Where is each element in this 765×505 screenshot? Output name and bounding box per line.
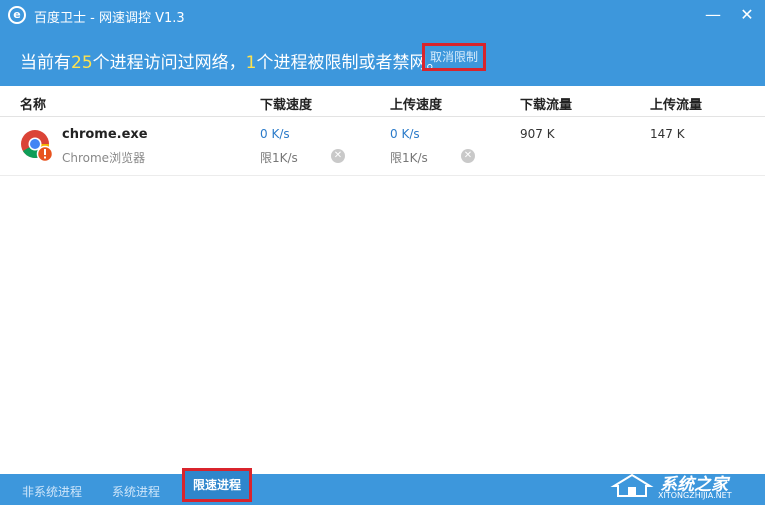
clear-download-limit-icon[interactable]: ✕	[331, 149, 345, 163]
download-traffic: 907 K	[520, 127, 555, 141]
banner-mid: 个进程访问过网络，	[92, 53, 246, 73]
banner-message: 当前有25个进程访问过网络，1个进程被限制或者禁网。	[20, 48, 443, 73]
process-name: chrome.exe	[62, 127, 148, 142]
header-download-speed[interactable]: 下载速度	[260, 94, 312, 113]
baidu-guard-logo-icon: e	[8, 6, 26, 24]
upload-traffic: 147 K	[650, 127, 685, 141]
header-upload-speed[interactable]: 上传速度	[390, 94, 442, 113]
close-icon[interactable]: ✕	[734, 4, 760, 26]
banner-prefix: 当前有	[20, 53, 71, 73]
minimize-icon[interactable]: —	[700, 4, 726, 26]
banner-suffix: 个进程被限制或者禁网。	[256, 53, 444, 73]
process-count: 25	[71, 53, 93, 73]
chrome-icon	[21, 130, 54, 163]
tab-limited-processes[interactable]: 限速进程	[182, 468, 252, 502]
download-limit[interactable]: 限1K/s	[260, 149, 298, 166]
table-row[interactable]: chrome.exe Chrome浏览器 0 K/s 限1K/s ✕ 0 K/s…	[0, 117, 765, 176]
status-banner: 当前有25个进程访问过网络，1个进程被限制或者禁网。 取消限制	[0, 32, 765, 86]
process-description: Chrome浏览器	[62, 151, 146, 165]
cancel-limit-button[interactable]: 取消限制	[422, 43, 486, 71]
table-header: 名称 下载速度 上传速度 下载流量 上传流量	[0, 86, 765, 117]
header-name[interactable]: 名称	[20, 94, 46, 113]
header-upload-traffic[interactable]: 上传流量	[650, 94, 702, 113]
upload-limit[interactable]: 限1K/s	[390, 149, 428, 166]
upload-speed: 0 K/s	[390, 127, 420, 141]
house-logo-icon	[610, 473, 654, 497]
title-bar: e 百度卫士 - 网速调控 V1.3 — ✕	[0, 0, 765, 32]
header-download-traffic[interactable]: 下载流量	[520, 94, 572, 113]
watermark: 系统之家 XITONGZHIJIA.NET	[610, 468, 762, 502]
tab-system-processes[interactable]: 系统进程	[112, 483, 160, 500]
window-title: 百度卫士 - 网速调控 V1.3	[34, 11, 185, 26]
download-speed: 0 K/s	[260, 127, 290, 141]
tab-non-system-processes[interactable]: 非系统进程	[22, 483, 82, 500]
limited-count: 1	[245, 53, 257, 73]
clear-upload-limit-icon[interactable]: ✕	[461, 149, 475, 163]
watermark-subtext: XITONGZHIJIA.NET	[658, 491, 732, 500]
